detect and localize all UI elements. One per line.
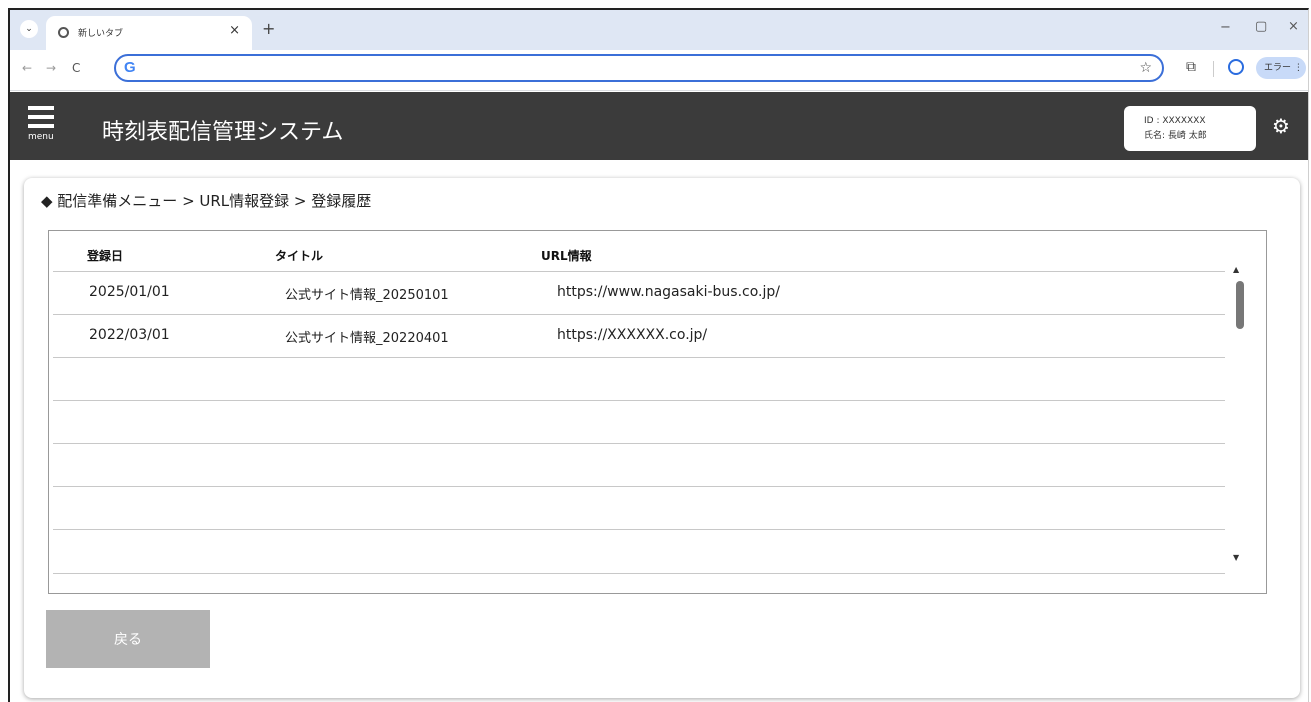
window-close-icon[interactable]: × [1288, 19, 1299, 34]
tab-list-dropdown-icon[interactable]: ⌄ [20, 20, 38, 38]
app-header: menu 時刻表配信管理システム ID : XXXXXXX 氏名: 長崎 太郎 … [10, 92, 1308, 160]
app-title: 時刻表配信管理システム [102, 120, 344, 145]
table-row[interactable] [53, 443, 1225, 487]
cell-url: https://XXXXXX.co.jp/ [557, 327, 708, 343]
user-info-box: ID : XXXXXXX 氏名: 長崎 太郎 [1124, 106, 1256, 151]
tab-title: 新しいタブ [78, 29, 124, 39]
restore-icon[interactable]: ▢ [1255, 19, 1267, 34]
extensions-icon[interactable]: ⧉ [1186, 59, 1196, 75]
content-card: ◆ 配信準備メニュー > URL情報登録 > 登録履歴 登録日 タイトル URL… [24, 178, 1300, 698]
minimize-icon[interactable]: − [1220, 20, 1231, 35]
address-bar[interactable]: G ☆ [114, 54, 1164, 82]
close-tab-icon[interactable]: × [229, 23, 240, 38]
table-row[interactable] [53, 529, 1225, 574]
cell-date: 2022/03/01 [89, 327, 170, 343]
header-url: URL情報 [541, 249, 592, 263]
menu-label: menu [28, 132, 54, 142]
tab-strip: ⌄ 新しいタブ × + − ▢ × [10, 10, 1308, 50]
scroll-down-icon[interactable]: ▼ [1233, 553, 1239, 562]
header-date: 登録日 [87, 249, 124, 263]
table-row[interactable]: 2025/01/01 公式サイト情報_20250101 https://www.… [53, 271, 1225, 315]
hamburger-menu-button[interactable]: menu [28, 106, 72, 150]
menu-bar-icon [28, 115, 54, 119]
google-icon: G [124, 59, 136, 76]
bookmark-star-icon[interactable]: ☆ [1139, 60, 1152, 76]
breadcrumb: ◆ 配信準備メニュー > URL情報登録 > 登録履歴 [41, 192, 372, 210]
user-name: 氏名: 長崎 太郎 [1144, 131, 1207, 141]
history-table: 登録日 タイトル URL情報 2025/01/01 公式サイト情報_202501… [48, 230, 1267, 594]
settings-gear-icon[interactable]: ⚙ [1272, 114, 1290, 138]
menu-bar-icon [28, 124, 54, 128]
browser-tab[interactable]: 新しいタブ × [46, 16, 252, 50]
back-button[interactable]: 戻る [46, 610, 210, 668]
table-row[interactable] [53, 400, 1225, 444]
new-tab-icon[interactable]: + [262, 19, 275, 38]
menu-bar-icon [28, 106, 54, 110]
cell-title: 公式サイト情報_20250101 [285, 288, 449, 303]
table-row[interactable] [53, 357, 1225, 401]
header-title: タイトル [275, 249, 324, 263]
forward-arrow-icon[interactable]: → [46, 61, 56, 75]
table-row[interactable]: 2022/03/01 公式サイト情報_20220401 https://XXXX… [53, 314, 1225, 358]
reload-icon[interactable]: C [72, 61, 80, 75]
cell-url: https://www.nagasaki-bus.co.jp/ [557, 284, 781, 300]
table-row[interactable] [53, 486, 1225, 530]
back-arrow-icon[interactable]: ← [22, 61, 32, 75]
profile-icon[interactable] [1228, 59, 1244, 75]
chrome-favicon-icon [58, 27, 69, 38]
error-menu-button[interactable]: エラー ⋮ [1256, 57, 1306, 79]
scrollbar-thumb[interactable] [1236, 281, 1244, 329]
cell-date: 2025/01/01 [89, 284, 170, 300]
scroll-up-icon[interactable]: ▲ [1233, 265, 1239, 274]
browser-window: ⌄ 新しいタブ × + − ▢ × ← → C G ☆ ⧉ エラー ⋮ menu… [8, 8, 1309, 702]
cell-title: 公式サイト情報_20220401 [285, 331, 449, 346]
user-id: ID : XXXXXXX [1144, 116, 1206, 126]
toolbar-divider [1213, 61, 1214, 77]
browser-toolbar: ← → C G ☆ ⧉ エラー ⋮ [10, 50, 1308, 91]
